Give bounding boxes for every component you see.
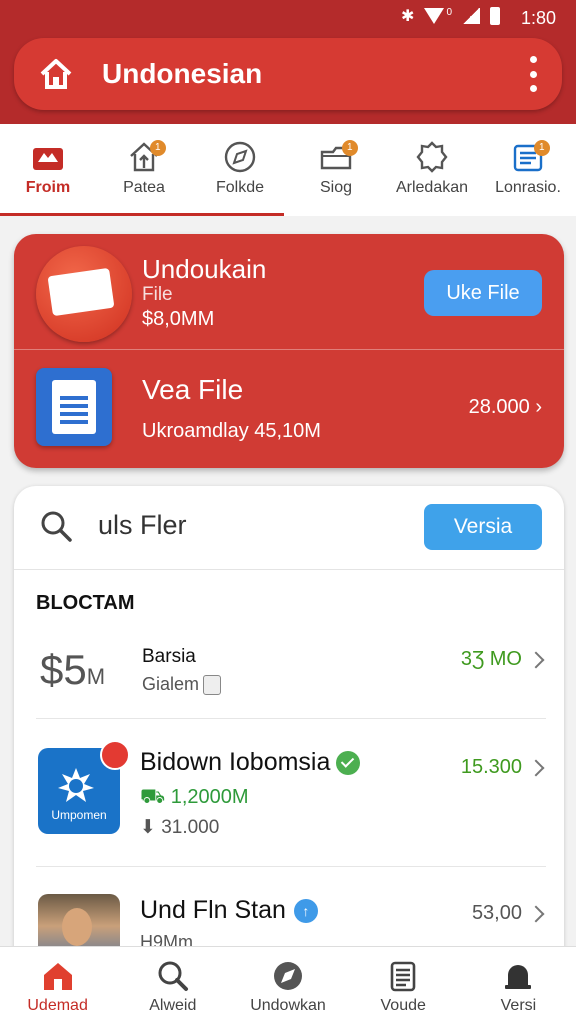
search-icon [158, 961, 188, 991]
item-name: Barsia [142, 646, 196, 667]
tab-folkde[interactable]: Folkde [192, 124, 288, 216]
app-icon-label: Umpomen [51, 808, 107, 822]
item-name: Undoukain [142, 254, 267, 284]
featured-card: Undoukain File $8,0MM Uke File Vea File … [14, 234, 564, 468]
bluetooth-icon: ✱ [401, 8, 415, 25]
info-icon: ↑ [293, 899, 318, 924]
chevron-right-icon [527, 651, 545, 669]
nav-versi[interactable]: Versi [461, 947, 576, 1024]
chevron-right-icon [527, 905, 545, 923]
nav-label: Versi [500, 997, 537, 1014]
dollar-icon: $5M [40, 646, 106, 693]
status-time: 1:80 [520, 8, 556, 28]
nav-voude[interactable]: Voude [346, 947, 461, 1024]
compass-icon [274, 962, 302, 990]
item-subtitle: Gialem [142, 674, 222, 696]
status-bar: ✱ 0 1:80 [0, 0, 576, 36]
item-name: Vea File [142, 374, 244, 405]
item-count: 28.000 › [468, 396, 542, 418]
home-icon [43, 963, 72, 990]
nav-label: Voude [380, 997, 426, 1014]
search-icon[interactable] [38, 508, 74, 544]
verified-icon [336, 751, 361, 776]
tab-badge: 1 [149, 140, 166, 156]
item-price: $8,0MM [142, 308, 215, 330]
search-row: uls Fler Versia [14, 486, 564, 570]
bottom-nav: Udemad Alweid Undowkan Voude Versi [0, 946, 576, 1024]
home-icon[interactable] [38, 56, 74, 92]
battery-icon [490, 7, 500, 25]
app-title: Undonesian [102, 58, 263, 89]
burst-icon [58, 768, 94, 802]
nav-label: Alweid [149, 997, 197, 1014]
divider [36, 718, 546, 719]
item-subtitle: File [142, 284, 173, 305]
item-name: Bidown Iobomsia [140, 748, 361, 777]
tab-label: Lonrasio. [495, 179, 561, 196]
network-indicator: 0 [446, 6, 452, 18]
tools-badge-icon [100, 740, 130, 770]
gear-icon [416, 141, 448, 173]
compass-icon [224, 141, 256, 173]
chevron-right-icon [527, 759, 545, 777]
flag-icon [36, 246, 132, 342]
item-subtitle: Ukroamdlay 45,10M [142, 420, 321, 442]
item-value: 53,00 [471, 902, 522, 924]
divider [36, 866, 546, 867]
home-icon [33, 148, 63, 170]
more-options-icon[interactable] [526, 56, 540, 92]
nav-alweid[interactable]: Alweid [115, 947, 230, 1024]
tab-patea[interactable]: 1 Patea [96, 124, 192, 216]
item-value: 3Ʒ MO [460, 648, 522, 670]
divider [14, 349, 564, 350]
nav-udemad[interactable]: Udemad [0, 947, 115, 1024]
tab-arledakan[interactable]: Arledakan [384, 124, 480, 216]
nav-label: Udemad [27, 997, 88, 1014]
app-icon: Umpomen [38, 740, 130, 834]
app-bar: Undonesian [14, 38, 562, 110]
item-name: Und Fln Stan ↑ [140, 896, 318, 925]
section-title: BLOCTAM [36, 592, 135, 614]
versia-button[interactable]: Versia [424, 504, 542, 550]
tab-badge: 1 [341, 140, 358, 156]
tab-badge: 1 [533, 140, 550, 156]
clipboard-icon [390, 961, 416, 992]
tab-label: Patea [123, 179, 165, 196]
tab-lonrasio[interactable]: 1 Lonrasio. [480, 124, 576, 216]
status-icons: ✱ 0 [401, 6, 500, 26]
tab-label: Froim [25, 179, 71, 196]
item-gain: ⛟ 1,2000M [140, 786, 249, 808]
signal-icon [462, 8, 480, 24]
tab-label: Folkde [215, 179, 265, 196]
tab-label: Arledakan [395, 179, 469, 196]
card-icon [203, 675, 222, 696]
wifi-icon [424, 8, 445, 24]
active-tab-indicator [0, 213, 284, 216]
search-input[interactable]: uls Fler [98, 510, 187, 541]
item-downloads: ⬇ 31.000 [140, 817, 220, 838]
bell-icon [505, 965, 532, 989]
nav-undowkan[interactable]: Undowkan [230, 947, 345, 1024]
tab-siog[interactable]: 1 Siog [288, 124, 384, 216]
tab-bar: Froim 1 Patea Folkde 1 Siog Arledakan 1 … [0, 124, 576, 216]
item-value: 15.300 [460, 756, 522, 778]
tab-froim[interactable]: Froim [0, 124, 96, 216]
tab-label: Siog [319, 179, 353, 196]
top-bar: ✱ 0 1:80 Undonesian [0, 0, 576, 124]
list-card: uls Fler Versia BLOCTAM $5M Barsia Giale… [14, 486, 564, 1006]
uke-file-button[interactable]: Uke File [424, 270, 542, 316]
nav-label: Undowkan [250, 997, 326, 1014]
document-icon [36, 368, 112, 446]
